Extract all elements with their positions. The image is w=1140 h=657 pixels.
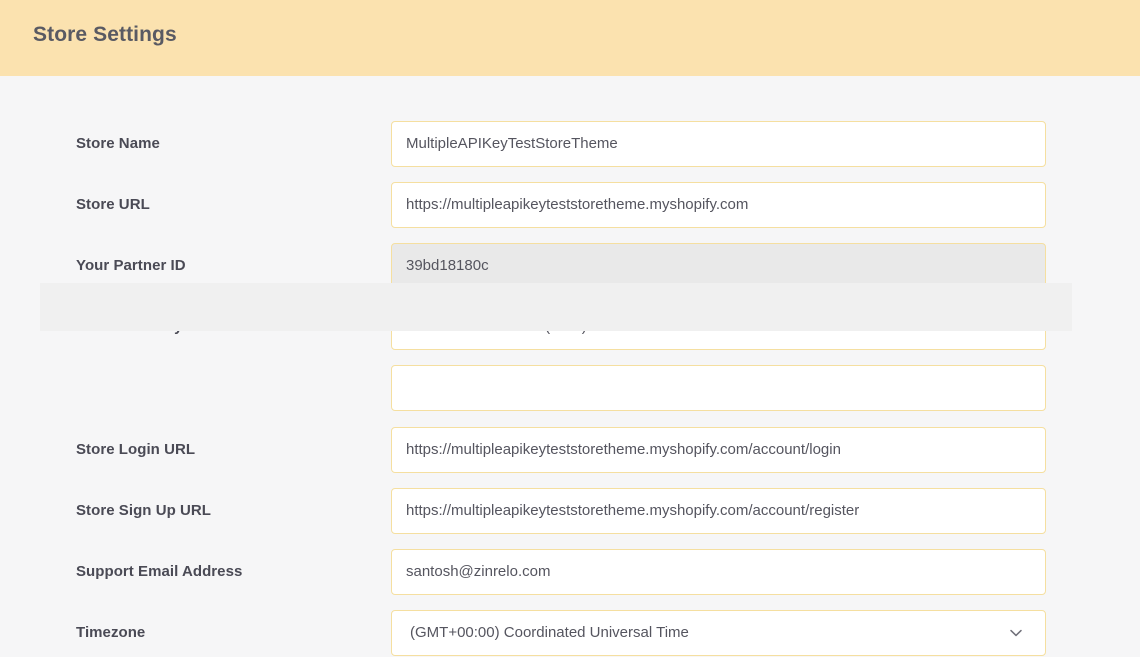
input-store-name[interactable]: MultipleAPIKeyTestStoreTheme xyxy=(391,121,1046,167)
input-store-login-url[interactable]: https://multipleapikeyteststoretheme.mys… xyxy=(391,427,1046,473)
input-support-email-value: santosh@zinrelo.com xyxy=(406,563,551,580)
select-timezone[interactable]: (GMT+00:00) Coordinated Universal Time xyxy=(391,610,1046,656)
input-obscured-field[interactable] xyxy=(391,365,1046,411)
label-store-login-url: Store Login URL xyxy=(76,441,196,458)
label-store-name: Store Name xyxy=(76,135,160,152)
chevron-down-icon xyxy=(1005,611,1027,655)
select-timezone-value: (GMT+00:00) Coordinated Universal Time xyxy=(410,624,689,641)
label-store-url: Store URL xyxy=(76,196,150,213)
input-support-email[interactable]: santosh@zinrelo.com xyxy=(391,549,1046,595)
label-store-signup-url: Store Sign Up URL xyxy=(76,502,212,519)
label-timezone: Timezone xyxy=(76,624,146,641)
form-row-store-name: Store Name MultipleAPIKeyTestStoreTheme xyxy=(0,121,1140,167)
label-support-email: Support Email Address xyxy=(76,563,243,580)
input-store-name-value: MultipleAPIKeyTestStoreTheme xyxy=(406,135,618,152)
input-store-signup-url-value: https://multipleapikeyteststoretheme.mys… xyxy=(406,502,860,519)
form-row-timezone: Timezone (GMT+00:00) Coordinated Univers… xyxy=(0,610,1140,656)
input-store-url-value: https://multipleapikeyteststoretheme.mys… xyxy=(406,196,749,213)
page-header: Store Settings xyxy=(0,0,1140,76)
page-title: Store Settings xyxy=(33,23,177,46)
form-row-support-email: Support Email Address santosh@zinrelo.co… xyxy=(0,549,1140,595)
overlay-block xyxy=(40,283,1072,331)
input-store-url[interactable]: https://multipleapikeyteststoretheme.mys… xyxy=(391,182,1046,228)
store-settings-form: Store Name MultipleAPIKeyTestStoreTheme … xyxy=(0,76,1140,657)
form-row-store-signup-url: Store Sign Up URL https://multipleapikey… xyxy=(0,488,1140,534)
input-obscured-field-value xyxy=(406,366,1011,410)
input-store-login-url-value: https://multipleapikeyteststoretheme.mys… xyxy=(406,441,841,458)
form-row-store-login-url: Store Login URL https://multipleapikeyte… xyxy=(0,427,1140,473)
input-store-signup-url[interactable]: https://multipleapikeyteststoretheme.mys… xyxy=(391,488,1046,534)
form-row-store-url: Store URL https://multipleapikeyteststor… xyxy=(0,182,1140,228)
form-row-obscured-field xyxy=(0,365,1140,411)
input-partner-id-value: 39bd18180c xyxy=(406,257,489,274)
